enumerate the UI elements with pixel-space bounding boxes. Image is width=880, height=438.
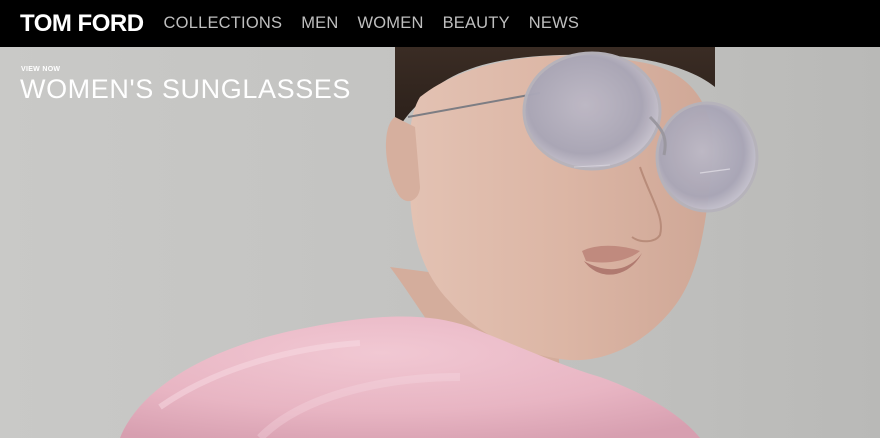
- hero-banner[interactable]: VIEW NOW WOMEN'S SUNGLASSES: [0, 47, 880, 438]
- hero-kicker[interactable]: VIEW NOW: [21, 66, 60, 73]
- hero-photo: [120, 47, 759, 438]
- brand-logo[interactable]: TOM FORD: [20, 10, 144, 38]
- page: TOM FORD COLLECTIONS MEN WOMEN BEAUTY NE…: [0, 0, 880, 438]
- hero-title[interactable]: WOMEN'S SUNGLASSES: [20, 74, 351, 105]
- nav-item-collections[interactable]: COLLECTIONS: [164, 14, 283, 33]
- nav-item-beauty[interactable]: BEAUTY: [443, 14, 510, 33]
- nav-item-men[interactable]: MEN: [301, 14, 338, 33]
- main-nav: COLLECTIONS MEN WOMEN BEAUTY NEWS: [164, 14, 599, 33]
- top-navigation-bar: TOM FORD COLLECTIONS MEN WOMEN BEAUTY NE…: [0, 0, 880, 47]
- nav-item-women[interactable]: WOMEN: [357, 14, 423, 33]
- nav-item-news[interactable]: NEWS: [529, 14, 579, 33]
